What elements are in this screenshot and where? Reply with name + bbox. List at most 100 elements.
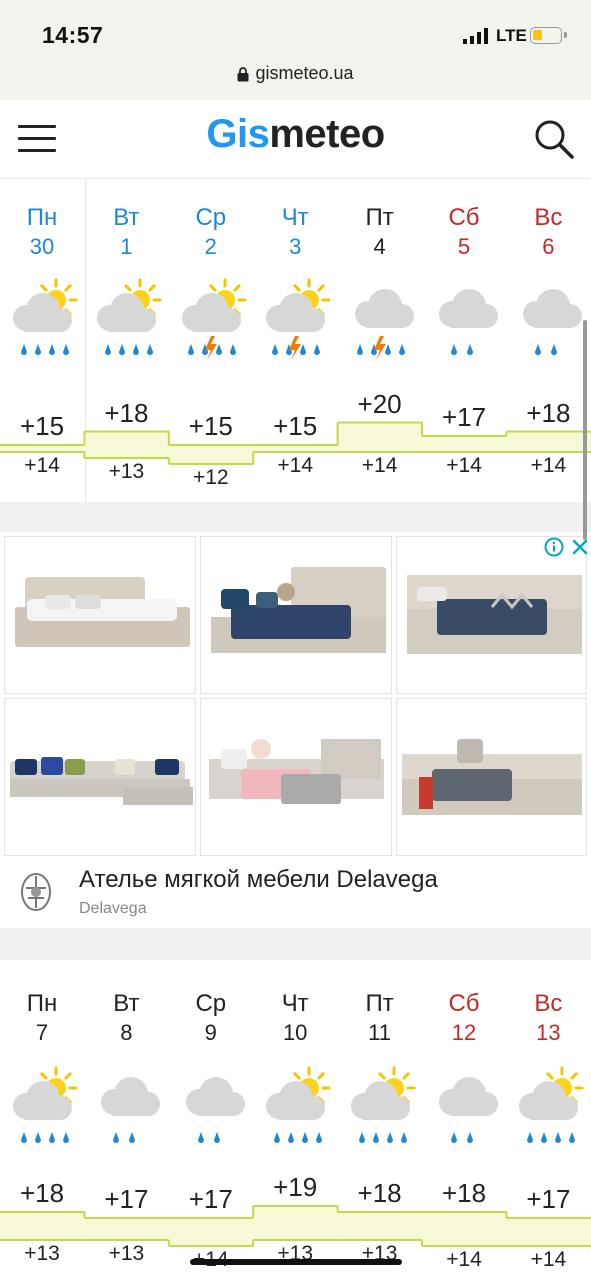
max-temperature: +15 — [19, 411, 65, 441]
ad-image-daybed-1[interactable] — [200, 698, 392, 856]
max-temperature: +18 — [441, 1178, 487, 1208]
url-text: gismeteo.ua — [255, 63, 354, 83]
day-number: 11 — [368, 1020, 392, 1045]
sun-cloud-thunder-rain-icon — [266, 278, 331, 360]
temperature-band — [168, 445, 254, 464]
day-header[interactable]: Пт 4 — [338, 204, 422, 260]
day-name: Чт — [281, 990, 309, 1017]
day-name: Вс — [534, 204, 563, 231]
day-header[interactable]: Пт 11 — [338, 990, 422, 1046]
close-icon[interactable] — [571, 538, 589, 556]
temperature-band — [506, 1218, 591, 1246]
day-number: 8 — [120, 1020, 133, 1045]
day-number: 5 — [457, 234, 471, 259]
info-icon[interactable] — [544, 537, 564, 557]
day-header[interactable]: Вс 13 — [506, 990, 590, 1046]
sun-cloud-rain-icon — [266, 1066, 331, 1143]
temperature-band — [253, 1206, 339, 1240]
ad-title[interactable]: Ателье мягкой мебели Delavega — [79, 866, 438, 894]
address-bar[interactable]: gismeteo.ua — [0, 63, 591, 84]
max-temperature: +18 — [526, 397, 571, 428]
site-logo[interactable]: Gismeteo — [0, 112, 591, 157]
scrollbar[interactable] — [583, 320, 587, 540]
temperature-band — [84, 1218, 170, 1240]
temperature-band — [422, 1212, 507, 1246]
min-temperature: +14 — [24, 454, 60, 477]
ad-image-bed-1[interactable] — [4, 536, 196, 694]
day-number: 1 — [120, 234, 133, 259]
day-header[interactable]: Чт 10 — [253, 990, 337, 1046]
day-header[interactable]: Ср 9 — [169, 990, 253, 1046]
lock-icon — [237, 66, 249, 82]
temperature-band — [506, 431, 591, 452]
ad-image-bed-3[interactable] — [396, 536, 587, 694]
sun-cloud-rain-icon — [350, 1066, 416, 1143]
day-name: Вс — [534, 990, 563, 1017]
ad-image-daybed-2[interactable] — [396, 698, 587, 856]
sun-cloud-thunder-rain-icon — [181, 278, 247, 360]
day-header[interactable]: Вс 6 — [506, 204, 590, 260]
max-temperature: +18 — [19, 1178, 65, 1208]
network-type: LTE — [496, 26, 527, 45]
day-number: 9 — [204, 1020, 217, 1045]
day-header[interactable]: Сб 12 — [422, 990, 506, 1046]
max-temperature: +17 — [104, 1184, 149, 1214]
max-temperature: +20 — [357, 388, 402, 419]
search-icon[interactable] — [533, 118, 575, 160]
temperature-band — [0, 445, 85, 452]
min-temperature: +14 — [530, 454, 567, 477]
ad-grid[interactable] — [4, 536, 587, 856]
home-indicator[interactable] — [190, 1259, 402, 1265]
day-number: 4 — [373, 234, 386, 259]
day-name: Вт — [113, 204, 140, 231]
day-header[interactable]: Пн 7 — [0, 990, 84, 1046]
min-temperature: +13 — [108, 460, 145, 483]
temperature-band — [337, 1212, 423, 1240]
day-header[interactable]: Пн 30 — [0, 204, 84, 260]
day-header[interactable]: Чт 3 — [253, 204, 337, 260]
max-temperature: +15 — [188, 411, 233, 441]
max-temperature: +19 — [273, 1172, 318, 1202]
section-separator-2 — [0, 928, 591, 960]
cloud-rain-icon — [523, 289, 583, 355]
day-header[interactable]: Вт 1 — [84, 204, 168, 260]
sun-cloud-rain-icon — [13, 1066, 78, 1143]
max-temperature: +17 — [188, 1184, 233, 1214]
day-number: 13 — [536, 1020, 561, 1045]
day-number: 7 — [35, 1020, 49, 1045]
temperature-band — [422, 436, 507, 452]
day-name: Ср — [195, 990, 227, 1017]
week-forecast-1: Пн 30 +15 +14 Вт 1 +18 +13 Ср 2 +15 +12 Чт 3 +15 +14 Пт 4… — [0, 180, 591, 502]
min-temperature: +13 — [108, 1242, 145, 1265]
min-temperature: +12 — [192, 466, 229, 489]
cloud-thunder-rain-icon — [354, 289, 414, 360]
max-temperature: +17 — [526, 1184, 571, 1214]
min-temperature: +14 — [446, 1248, 482, 1271]
day-number: 6 — [542, 234, 555, 259]
sun-cloud-rain-icon — [519, 1066, 584, 1143]
day-header[interactable]: Вт 8 — [84, 990, 168, 1046]
day-header[interactable]: Сб 5 — [422, 204, 506, 260]
sun-cloud-rain-icon — [97, 278, 162, 355]
day-name: Пн — [26, 990, 58, 1017]
temperature-band — [253, 445, 339, 452]
cloud-rain-icon — [185, 1077, 245, 1143]
day-name: Пн — [26, 204, 58, 231]
ad-image-sofa[interactable] — [4, 698, 196, 856]
day-name: Сб — [448, 204, 480, 231]
day-number: 10 — [282, 1020, 308, 1045]
cloud-rain-icon — [439, 1077, 498, 1143]
temperature-band — [0, 1212, 85, 1240]
section-separator — [0, 502, 591, 532]
day-number: 12 — [451, 1020, 477, 1045]
cloud-rain-icon — [101, 1077, 161, 1143]
sun-cloud-rain-icon — [13, 278, 78, 355]
max-temperature: +18 — [357, 1178, 402, 1208]
max-temperature: +17 — [441, 402, 487, 432]
status-time: 14:57 — [42, 22, 104, 48]
ad-image-bed-2[interactable] — [200, 536, 392, 694]
temperature-band — [168, 1218, 254, 1246]
cloud-rain-icon — [439, 289, 498, 355]
day-header[interactable]: Ср 2 — [169, 204, 253, 260]
ad-footer[interactable]: Ателье мягкой мебели Delavega Delavega — [0, 858, 591, 928]
